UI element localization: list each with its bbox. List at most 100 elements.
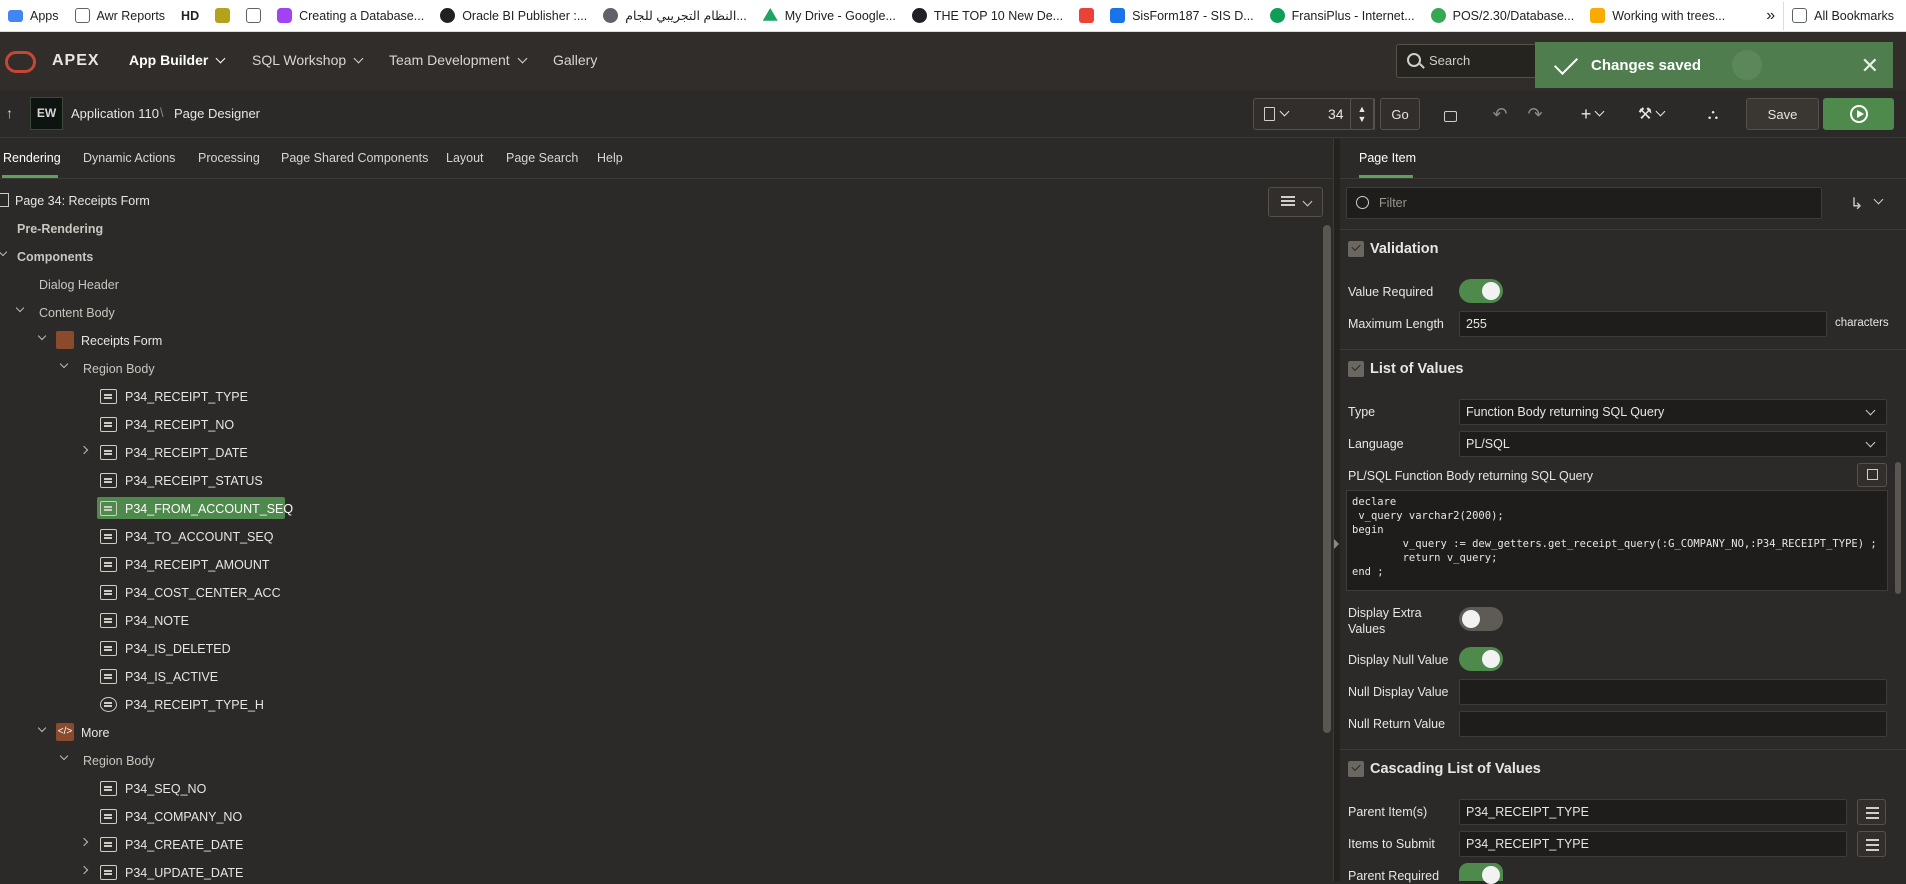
- display-extra-toggle[interactable]: [1459, 607, 1503, 631]
- save-button[interactable]: Save: [1746, 98, 1819, 130]
- tab-layout[interactable]: Layout: [446, 151, 484, 165]
- tree-dialog-header[interactable]: Dialog Header: [39, 278, 119, 292]
- bookmark-oracle-bi[interactable]: Oracle BI Publisher :...: [432, 2, 595, 30]
- value-required-toggle[interactable]: [1459, 279, 1503, 303]
- tree-item[interactable]: P34_RECEIPT_NO: [125, 418, 234, 432]
- tree-components[interactable]: Components: [17, 250, 93, 264]
- property-scrollbar[interactable]: [1895, 462, 1901, 594]
- tab-rendering[interactable]: Rendering: [3, 151, 61, 165]
- go-to-group-icon[interactable]: ↳: [1850, 194, 1863, 214]
- collapse-caret-icon[interactable]: [59, 359, 69, 369]
- tab-dynamic-actions[interactable]: Dynamic Actions: [83, 151, 175, 165]
- collapse-section-icon[interactable]: [1348, 761, 1364, 777]
- bookmark-hd[interactable]: HD: [173, 2, 207, 30]
- undo-icon[interactable]: ↶: [1485, 98, 1515, 130]
- collapse-caret-icon[interactable]: [15, 303, 25, 313]
- tree-receipts-form[interactable]: Receipts Form: [81, 334, 162, 348]
- tree-page-node[interactable]: Page 34: Receipts Form: [15, 194, 150, 208]
- tab-page-search[interactable]: Page Search: [506, 151, 578, 165]
- tree-region-body[interactable]: Region Body: [83, 754, 155, 768]
- tab-processing[interactable]: Processing: [198, 151, 260, 165]
- lov-type-select[interactable]: Function Body returning SQL Query: [1459, 399, 1887, 425]
- page-number-field[interactable]: 34: [1328, 106, 1344, 122]
- up-arrow-icon[interactable]: ↑: [6, 105, 13, 121]
- nav-team-development[interactable]: Team Development: [389, 52, 528, 68]
- collapse-caret-icon[interactable]: [59, 751, 69, 761]
- bookmark-my-drive[interactable]: My Drive - Google...: [755, 2, 904, 30]
- list-picker-icon[interactable]: [1857, 831, 1886, 857]
- filter-input[interactable]: Filter: [1346, 187, 1822, 219]
- bookmark-top-10[interactable]: THE TOP 10 New De...: [904, 2, 1071, 30]
- apex-brand[interactable]: APEX: [52, 52, 100, 70]
- tree-pre-rendering[interactable]: Pre-Rendering: [17, 222, 103, 236]
- max-length-field[interactable]: 255: [1459, 311, 1827, 337]
- tree-item[interactable]: P34_SEQ_NO: [125, 782, 206, 796]
- expand-caret-icon[interactable]: [79, 445, 89, 455]
- null-display-field[interactable]: [1459, 679, 1887, 705]
- bookmark-favicon-2[interactable]: [238, 2, 269, 30]
- create-menu-button[interactable]: +: [1572, 98, 1612, 130]
- app-logo-icon[interactable]: EW: [30, 97, 63, 130]
- tree-item[interactable]: P34_IS_DELETED: [125, 642, 231, 656]
- collapse-section-icon[interactable]: [1348, 361, 1364, 377]
- tree-item[interactable]: P34_RECEIPT_AMOUNT: [125, 558, 269, 572]
- tree-item[interactable]: P34_RECEIPT_TYPE_H: [125, 698, 264, 712]
- display-null-toggle[interactable]: [1459, 647, 1503, 671]
- close-icon[interactable]: ✕: [1861, 53, 1879, 79]
- breadcrumb-application[interactable]: Application 110: [71, 106, 159, 121]
- section-cascading-lov[interactable]: Cascading List of Values: [1370, 761, 1541, 777]
- tree-menu-button[interactable]: [1268, 187, 1323, 217]
- bookmark-gmail[interactable]: [1071, 2, 1102, 30]
- bookmark-awr-reports[interactable]: Awr Reports: [67, 2, 174, 30]
- nav-app-builder[interactable]: App Builder: [129, 52, 226, 68]
- bookmarks-overflow[interactable]: »: [1758, 2, 1783, 30]
- expand-caret-icon[interactable]: [79, 837, 89, 847]
- oracle-logo-icon[interactable]: [5, 51, 36, 73]
- tab-help[interactable]: Help: [597, 151, 623, 165]
- language-select[interactable]: PL/SQL: [1459, 431, 1887, 457]
- bookmark-favicon-1[interactable]: [207, 2, 238, 30]
- tree-item[interactable]: P34_RECEIPT_DATE: [125, 446, 248, 460]
- bookmark-trees[interactable]: Working with trees...: [1582, 2, 1733, 30]
- tree-item[interactable]: P34_IS_ACTIVE: [125, 670, 218, 684]
- collapse-section-icon[interactable]: [1348, 241, 1364, 257]
- collapse-caret-icon[interactable]: [0, 247, 8, 257]
- expand-caret-icon[interactable]: [79, 865, 89, 875]
- tree-item-selected[interactable]: P34_FROM_ACCOUNT_SEQ: [125, 502, 293, 516]
- tree-item[interactable]: P34_UPDATE_DATE: [125, 866, 243, 880]
- go-button[interactable]: Go: [1380, 98, 1420, 130]
- tree-content-body[interactable]: Content Body: [39, 306, 115, 320]
- nav-gallery[interactable]: Gallery: [553, 52, 597, 68]
- list-picker-icon[interactable]: [1857, 799, 1886, 825]
- plsql-code-editor[interactable]: declare v_query varchar2(2000); begin v_…: [1346, 490, 1888, 591]
- tree-scrollbar[interactable]: [1323, 225, 1331, 733]
- lock-icon[interactable]: [1435, 98, 1465, 130]
- tree-item[interactable]: P34_RECEIPT_TYPE: [125, 390, 248, 404]
- tab-page-item[interactable]: Page Item: [1359, 151, 1416, 165]
- bookmark-creating-database[interactable]: Creating a Database...: [269, 2, 432, 30]
- null-return-field[interactable]: [1459, 711, 1887, 737]
- collapse-caret-icon[interactable]: [37, 331, 47, 341]
- page-stepper[interactable]: ▲ ▼: [1350, 98, 1374, 130]
- tree-item[interactable]: P34_NOTE: [125, 614, 189, 628]
- nav-sql-workshop[interactable]: SQL Workshop: [252, 52, 364, 68]
- parent-required-toggle[interactable]: [1459, 863, 1503, 884]
- chevron-up-icon[interactable]: ▲: [1358, 104, 1367, 114]
- section-list-of-values[interactable]: List of Values: [1370, 361, 1463, 377]
- run-page-button[interactable]: [1823, 98, 1894, 130]
- tree-item[interactable]: P34_CREATE_DATE: [125, 838, 243, 852]
- bookmark-apps[interactable]: Apps: [0, 2, 67, 30]
- parent-items-field[interactable]: P34_RECEIPT_TYPE: [1459, 799, 1847, 825]
- chevron-down-icon[interactable]: [1873, 194, 1884, 205]
- tree-region-body[interactable]: Region Body: [83, 362, 155, 376]
- tree-more[interactable]: More: [81, 726, 109, 740]
- tree-item[interactable]: P34_COST_CENTER_ACC: [125, 586, 281, 600]
- tree-item[interactable]: P34_COMPANY_NO: [125, 810, 242, 824]
- pane-splitter[interactable]: [1333, 139, 1340, 881]
- redo-icon[interactable]: ↷: [1520, 98, 1550, 130]
- expand-code-editor-button[interactable]: [1857, 463, 1887, 487]
- search-input[interactable]: Search: [1396, 44, 1546, 78]
- items-to-submit-field[interactable]: P34_RECEIPT_TYPE: [1459, 831, 1847, 857]
- tree-item[interactable]: P34_RECEIPT_STATUS: [125, 474, 263, 488]
- bookmark-arabic-system[interactable]: النظام التجريبي للجام...: [595, 2, 754, 30]
